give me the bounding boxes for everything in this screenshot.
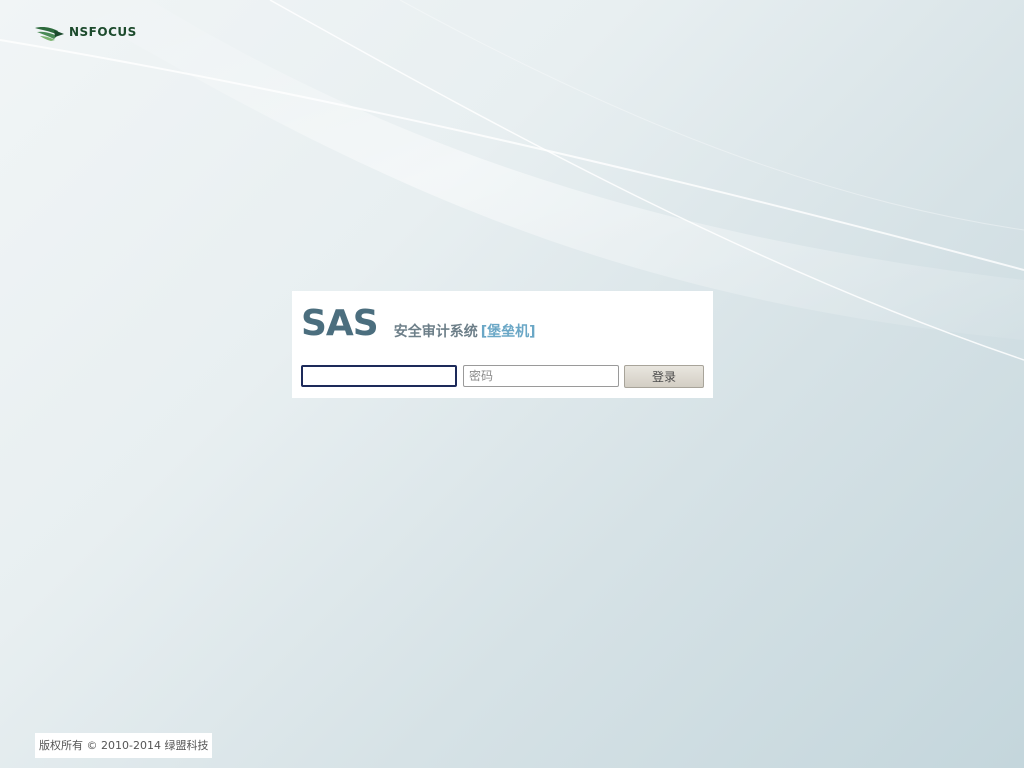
login-panel: SAS 安全审计系统 [堡垒机] 登录: [292, 291, 713, 398]
copyright-footer: 版权所有 © 2010-2014 绿盟科技: [35, 733, 213, 758]
brand-heading: SAS 安全审计系统 [堡垒机]: [301, 303, 536, 343]
nsfocus-logo: NSFOCUS: [34, 22, 137, 42]
login-button[interactable]: 登录: [624, 365, 704, 388]
password-input[interactable]: [463, 365, 619, 387]
system-title: 安全审计系统: [393, 324, 478, 340]
nsfocus-wing-icon: [35, 27, 64, 41]
brand-name: SAS: [301, 303, 379, 344]
username-input[interactable]: [301, 365, 457, 387]
system-subtitle: [堡垒机]: [480, 324, 536, 340]
logo-text: NSFOCUS: [69, 25, 137, 39]
